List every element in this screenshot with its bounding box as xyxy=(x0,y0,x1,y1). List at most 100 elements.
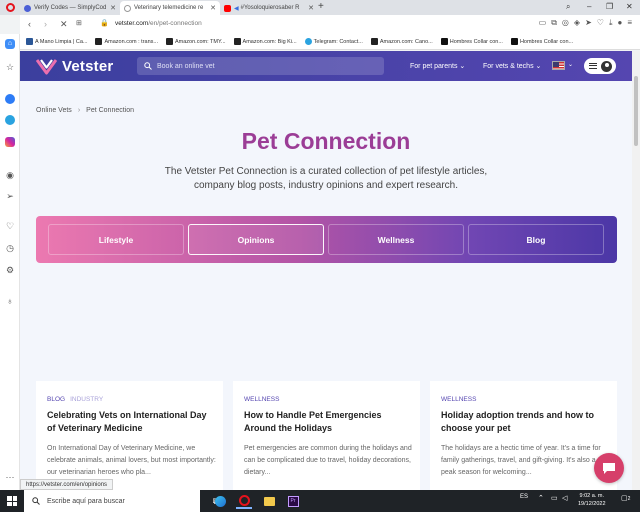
browser-tab-active[interactable]: Veterinary telemedicine re ✕ xyxy=(120,1,220,15)
bookmarks-icon[interactable]: ☆ xyxy=(5,62,15,72)
bookmark-item[interactable]: Amazon.com: Big Ki... xyxy=(233,38,297,45)
tab-blog[interactable]: Blog xyxy=(468,224,604,255)
language-chevron-icon[interactable]: ⌄ xyxy=(568,61,573,68)
bookmark-item[interactable]: Amazon.com: Cano... xyxy=(370,38,433,45)
language-indicator[interactable]: ES xyxy=(520,494,528,500)
card-title[interactable]: Holiday adoption trends and how to choos… xyxy=(441,409,609,435)
settings-gear-icon[interactable]: ⚙ xyxy=(5,265,15,275)
nav-pet-parents[interactable]: For pet parents ⌄ xyxy=(410,62,465,70)
tray-chevron-icon[interactable]: ⌃ xyxy=(538,494,544,502)
tab-opinions[interactable]: Opinions xyxy=(188,224,324,255)
premiere-icon[interactable]: Pr xyxy=(285,493,301,509)
edge-icon[interactable] xyxy=(212,493,228,509)
card-title[interactable]: Celebrating Vets on International Day of… xyxy=(47,409,215,435)
tab-lifestyle[interactable]: Lifestyle xyxy=(48,224,184,255)
card-tag[interactable]: WELLNESS xyxy=(441,396,476,403)
page-viewport: Vetster Book an online vet For pet paren… xyxy=(20,51,632,490)
card-tag[interactable]: WELLNESS xyxy=(244,396,279,403)
card-tag[interactable]: BLOG xyxy=(47,396,65,403)
us-flag-icon[interactable] xyxy=(552,61,565,70)
tab-wellness[interactable]: Wellness xyxy=(328,224,464,255)
card-title[interactable]: How to Handle Pet Emergencies Around the… xyxy=(244,409,412,435)
stop-loading-button[interactable]: ✕ xyxy=(60,18,68,30)
telegram-icon[interactable] xyxy=(5,115,15,125)
taskbar-search[interactable]: Escribe aquí para buscar xyxy=(24,490,200,512)
chat-button[interactable] xyxy=(594,453,624,483)
file-explorer-icon[interactable] xyxy=(261,493,277,509)
tab-title: Verify Codes — SimplyCod xyxy=(34,5,107,11)
windows-taskbar: Escribe aquí para buscar ⧉ Pr ES ⌃ ▭ ◁ 9… xyxy=(0,490,640,512)
instagram-icon[interactable] xyxy=(5,137,15,147)
account-menu-button[interactable] xyxy=(584,58,616,74)
search-icon xyxy=(144,62,152,70)
card-tags: WELLNESS xyxy=(441,396,476,403)
more-icon[interactable]: ··· xyxy=(5,472,15,482)
browser-tab[interactable]: Verify Codes — SimplyCod ✕ xyxy=(20,1,120,15)
camera-icon[interactable]: ◎ xyxy=(562,18,569,28)
home-icon[interactable]: ⌂ xyxy=(5,39,15,49)
breadcrumb-home-link[interactable]: Online Vets xyxy=(36,107,72,114)
heart-icon[interactable]: ♡ xyxy=(5,221,15,231)
article-card[interactable]: BLOG INDUSTRY Celebrating Vets on Intern… xyxy=(36,291,223,490)
browser-tab[interactable]: ◀ #Yosoloquierosaber R ✕ xyxy=(220,1,318,15)
windows-start-icon[interactable] xyxy=(7,496,17,506)
speaker-icon[interactable]: ◀ xyxy=(234,5,239,12)
close-window-button[interactable]: ✕ xyxy=(626,2,633,12)
page-description: The Vetster Pet Connection is a curated … xyxy=(164,166,488,191)
address-bar: ‹ › ✕ ⊞ 🔒 vetster.com/en/pet-connection … xyxy=(20,15,640,34)
telegram-icon xyxy=(304,38,312,45)
history-icon[interactable]: ◷ xyxy=(5,243,15,253)
notifications-icon[interactable]: ▢2 xyxy=(621,494,630,502)
bookmark-item[interactable]: Hombres Collar con... xyxy=(510,38,573,45)
volume-icon[interactable]: ◁ xyxy=(562,494,567,502)
vetster-logo[interactable]: Vetster xyxy=(36,57,113,75)
tab-close-icon[interactable]: ✕ xyxy=(305,4,314,12)
article-card[interactable]: WELLNESS How to Handle Pet Emergencies A… xyxy=(233,291,420,490)
new-tab-button[interactable]: + xyxy=(318,2,324,12)
network-icon[interactable]: ▭ xyxy=(551,494,558,502)
tab-close-icon[interactable]: ✕ xyxy=(107,4,116,12)
search-input[interactable]: Book an online vet xyxy=(137,57,384,75)
bookmark-item[interactable]: A Mano Limpia | Ca... xyxy=(26,38,87,45)
profile-icon[interactable]: ● xyxy=(617,18,622,28)
send-icon[interactable]: ➤ xyxy=(585,18,592,28)
player-icon[interactable]: ◉ xyxy=(5,170,15,180)
download-icon[interactable]: ⤓ xyxy=(609,18,613,28)
minimize-button[interactable]: – xyxy=(587,2,591,12)
bookmark-item[interactable]: Amazon.com : trans... xyxy=(95,38,158,45)
send-icon[interactable]: ➢ xyxy=(5,191,15,201)
heart-icon[interactable]: ♡ xyxy=(597,18,604,28)
card-image xyxy=(233,291,420,381)
category-tabs: Lifestyle Opinions Wellness Blog xyxy=(36,216,617,263)
youtube-icon xyxy=(224,4,231,12)
nav-vets-techs[interactable]: For vets & techs ⌄ xyxy=(483,62,541,70)
tab-close-icon[interactable]: ✕ xyxy=(207,4,216,12)
scrollbar-thumb[interactable] xyxy=(634,76,638,146)
page-scrollbar[interactable] xyxy=(632,51,640,490)
translate-icon[interactable]: ⧉ xyxy=(551,18,557,28)
menu-icon[interactable]: ≡ xyxy=(627,18,632,28)
lock-icon[interactable]: 🔒 xyxy=(100,18,109,30)
url-field[interactable]: vetster.com/en/pet-connection xyxy=(115,20,202,27)
maximize-button[interactable]: ❐ xyxy=(606,2,613,12)
chevron-down-icon: ⌄ xyxy=(459,63,466,70)
bookmark-item[interactable]: Amazon.com: TMY... xyxy=(165,38,226,45)
back-button[interactable]: ‹ xyxy=(28,18,31,30)
logo-text: Vetster xyxy=(62,57,114,75)
shield-icon[interactable]: ◈ xyxy=(574,18,580,28)
messenger-icon[interactable] xyxy=(5,94,15,104)
opera-icon[interactable] xyxy=(236,493,252,509)
tips-bulb-icon[interactable]: ♁ xyxy=(5,296,15,306)
card-tag[interactable]: INDUSTRY xyxy=(70,396,103,403)
taskbar-clock[interactable]: 9:02 a. m. 19/12/2022 xyxy=(578,492,606,508)
forward-button[interactable]: › xyxy=(44,18,47,30)
article-card[interactable]: WELLNESS Holiday adoption trends and how… xyxy=(430,291,617,490)
chevron-down-icon: ⌄ xyxy=(535,63,542,70)
opera-sidebar: ⌂ ☆ ◉ ➢ ♡ ◷ ⚙ ♁ ··· xyxy=(0,34,20,490)
search-tabs-icon[interactable]: ⌕ xyxy=(566,2,570,12)
opera-menu-icon[interactable] xyxy=(6,3,15,12)
reader-icon[interactable]: ▭ xyxy=(539,18,547,28)
bookmark-item[interactable]: Hombres Collar con... xyxy=(440,38,503,45)
bookmark-item[interactable]: Telegram: Contact... xyxy=(304,38,363,45)
speed-dial-icon[interactable]: ⊞ xyxy=(76,18,82,30)
